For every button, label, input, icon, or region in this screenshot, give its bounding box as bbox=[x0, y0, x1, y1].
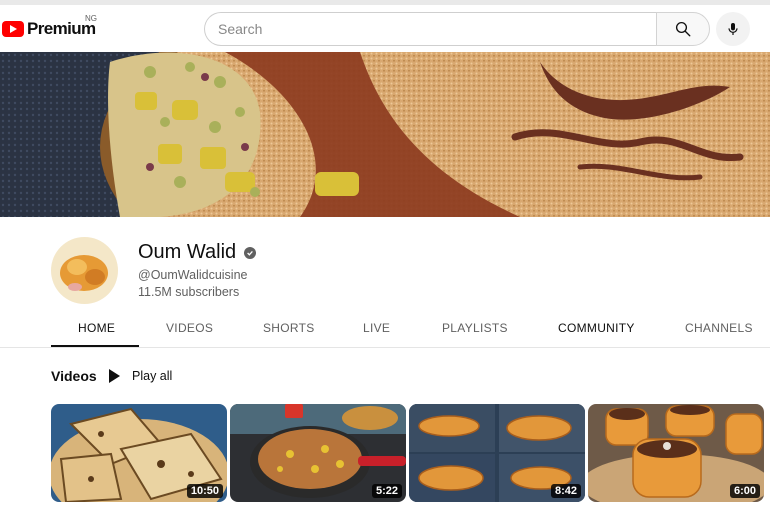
channel-handle: @OumWalidcuisine bbox=[138, 268, 248, 282]
tab-home[interactable]: HOME bbox=[78, 321, 115, 335]
youtube-logo-icon bbox=[2, 21, 24, 37]
video-duration: 8:42 bbox=[550, 484, 581, 498]
microphone-icon bbox=[728, 23, 738, 35]
video-titles-cropped bbox=[51, 508, 770, 515]
video-thumbnail[interactable]: 8:42 bbox=[409, 404, 585, 502]
verified-badge-icon bbox=[244, 246, 257, 259]
video-duration: 6:00 bbox=[729, 484, 760, 498]
tab-playlists[interactable]: PLAYLISTS bbox=[442, 321, 508, 335]
channel-name: Oum Walid bbox=[138, 241, 237, 263]
tab-live[interactable]: LIVE bbox=[363, 321, 390, 335]
masthead: Premium NG bbox=[0, 0, 770, 52]
top-divider bbox=[0, 0, 770, 5]
play-all-button[interactable]: Play all bbox=[109, 366, 172, 386]
search-icon bbox=[675, 21, 691, 37]
youtube-premium-logo[interactable]: Premium bbox=[2, 19, 96, 39]
tab-community[interactable]: COMMUNITY bbox=[558, 321, 635, 335]
channel-banner bbox=[0, 52, 770, 217]
section-title: Videos bbox=[51, 368, 97, 384]
channel-name-row: Oum Walid bbox=[138, 241, 257, 264]
video-duration: 10:50 bbox=[186, 484, 223, 498]
country-code: NG bbox=[85, 14, 97, 23]
search-box[interactable] bbox=[204, 12, 657, 46]
video-thumbnail[interactable]: 5:22 bbox=[230, 404, 406, 502]
channel-avatar[interactable] bbox=[51, 237, 118, 304]
video-thumbnail[interactable]: 6:00 bbox=[588, 404, 764, 502]
video-thumbnail[interactable]: 10:50 bbox=[51, 404, 227, 502]
search-button[interactable] bbox=[656, 12, 710, 46]
subscriber-count: 11.5M subscribers bbox=[138, 285, 240, 299]
play-all-label: Play all bbox=[132, 369, 173, 383]
tab-channels[interactable]: CHANNELS bbox=[685, 321, 753, 335]
tab-shorts[interactable]: SHORTS bbox=[263, 321, 315, 335]
voice-search-button[interactable] bbox=[716, 12, 750, 46]
channel-tabs: HOME VIDEOS SHORTS LIVE PLAYLISTS COMMUN… bbox=[0, 310, 770, 348]
video-duration: 5:22 bbox=[371, 484, 402, 498]
play-icon bbox=[109, 369, 120, 383]
search-input[interactable] bbox=[205, 13, 657, 45]
active-tab-indicator bbox=[51, 345, 139, 347]
tab-videos[interactable]: VIDEOS bbox=[166, 321, 213, 335]
